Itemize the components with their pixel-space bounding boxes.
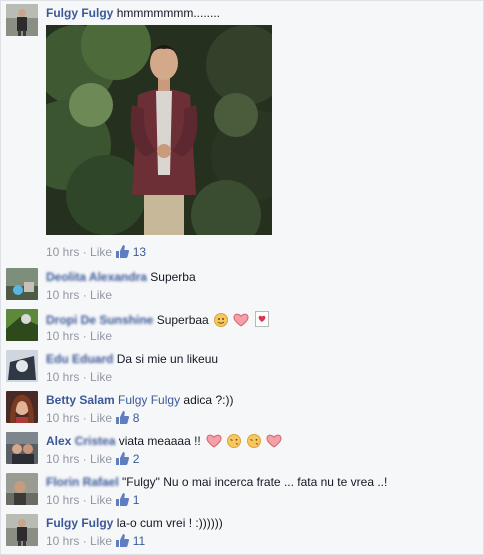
post-author-avatar[interactable] [6, 4, 38, 36]
thumbs-up-icon [115, 245, 130, 261]
commenter-name[interactable]: Dropi De Sunshine [46, 313, 153, 327]
comment-time[interactable]: 10 hrs [46, 493, 79, 507]
commenter-avatar[interactable] [6, 309, 38, 341]
comment-text: adica ?:)) [183, 393, 234, 407]
comment: Fulgy Fulgy la-o cum vrei ! :)))))) 10 h… [6, 514, 476, 552]
comment-time[interactable]: 10 hrs [46, 534, 79, 548]
comment-text: Superbaa [156, 313, 209, 327]
comment: Dropi De Sunshine Superbaa 10 hrs · Like [6, 309, 476, 347]
comment-like-button[interactable]: Like [90, 493, 112, 507]
post-like-button[interactable]: Like [90, 245, 112, 259]
commenter-name[interactable]: Betty Salam [46, 393, 115, 407]
kiss-emoji-icon [246, 434, 261, 451]
mention-link[interactable]: Fulgy Fulgy [118, 393, 180, 407]
comment: Deolita Alexandra Superba 10 hrs · Like [6, 268, 476, 306]
separator: · [82, 452, 87, 466]
comment-time[interactable]: 10 hrs [46, 411, 79, 425]
commenter-name[interactable]: Fulgy Fulgy [46, 516, 113, 530]
heart-icon [233, 313, 250, 330]
heart-icon [206, 434, 222, 451]
post-author-name[interactable]: Fulgy Fulgy [46, 6, 113, 20]
post-photo[interactable] [46, 25, 272, 235]
commenter-avatar[interactable] [6, 473, 38, 505]
comment-like-button[interactable]: Like [90, 411, 112, 425]
post-meta: 10 hrs · Like 13 [46, 245, 146, 261]
comment: Alex Cristea viata meaaaa !! 10 hrs · Li… [6, 432, 476, 470]
comment: Edu Eduard Da si mie un likeuu 10 hrs · … [6, 350, 476, 388]
post-like-count[interactable]: 13 [133, 245, 146, 259]
kiss-emoji-icon [227, 434, 242, 451]
comment-like-count[interactable]: 2 [133, 452, 140, 466]
card-heart-icon [254, 311, 269, 330]
comment-like-count[interactable]: 1 [133, 493, 140, 507]
comment: Florin Rafael "Fulgy" Nu o mai incerca f… [6, 473, 476, 511]
commenter-avatar[interactable] [6, 350, 38, 382]
commenter-name[interactable]: Alex Cristea [46, 434, 115, 448]
commenter-avatar[interactable] [6, 391, 38, 423]
comment-like-button[interactable]: Like [90, 452, 112, 466]
comment-like-count[interactable]: 8 [133, 411, 140, 425]
separator: · [82, 411, 87, 425]
thumbs-up-icon [115, 493, 130, 509]
comment-like-button[interactable]: Like [90, 288, 112, 302]
smiley-icon [214, 313, 229, 330]
separator: · [82, 534, 87, 548]
separator: · [82, 329, 87, 343]
comment-text: Superba [150, 270, 196, 284]
separator: · [82, 370, 87, 384]
comment-time[interactable]: 10 hrs [46, 288, 79, 302]
separator: · [82, 288, 87, 302]
commenter-name[interactable]: Deolita Alexandra [46, 270, 147, 284]
comment-time[interactable]: 10 hrs [46, 370, 79, 384]
comment-text: Da si mie un likeuu [116, 352, 219, 366]
comment-text: "Fulgy" Nu o mai incerca frate ... fata … [122, 475, 388, 489]
commenter-name[interactable]: Edu Eduard [46, 352, 113, 366]
separator: · [82, 245, 87, 259]
post-text: hmmmmmmm........ [116, 6, 221, 20]
comment-text: la-o cum vrei ! :)))))) [116, 516, 223, 530]
comment-time[interactable]: 10 hrs [46, 329, 79, 343]
commenter-name[interactable]: Florin Rafael [46, 475, 119, 489]
thumbs-up-icon [115, 534, 130, 550]
comment-like-button[interactable]: Like [90, 329, 112, 343]
comment: Betty Salam Fulgy Fulgy adica ?:)) 10 hr… [6, 391, 476, 429]
thumbs-up-icon [115, 452, 130, 468]
commenter-avatar[interactable] [6, 514, 38, 546]
heart-icon [266, 434, 282, 451]
comment-text: viata meaaaa !! [118, 434, 201, 448]
commenter-avatar[interactable] [6, 268, 38, 300]
comment-like-count[interactable]: 11 [133, 534, 145, 548]
post-time[interactable]: 10 hrs [46, 245, 79, 259]
comment-like-button[interactable]: Like [90, 534, 112, 548]
thumbs-up-icon [115, 411, 130, 427]
separator: · [82, 493, 87, 507]
commenter-avatar[interactable] [6, 432, 38, 464]
comment-like-button[interactable]: Like [90, 370, 112, 384]
comment-time[interactable]: 10 hrs [46, 452, 79, 466]
